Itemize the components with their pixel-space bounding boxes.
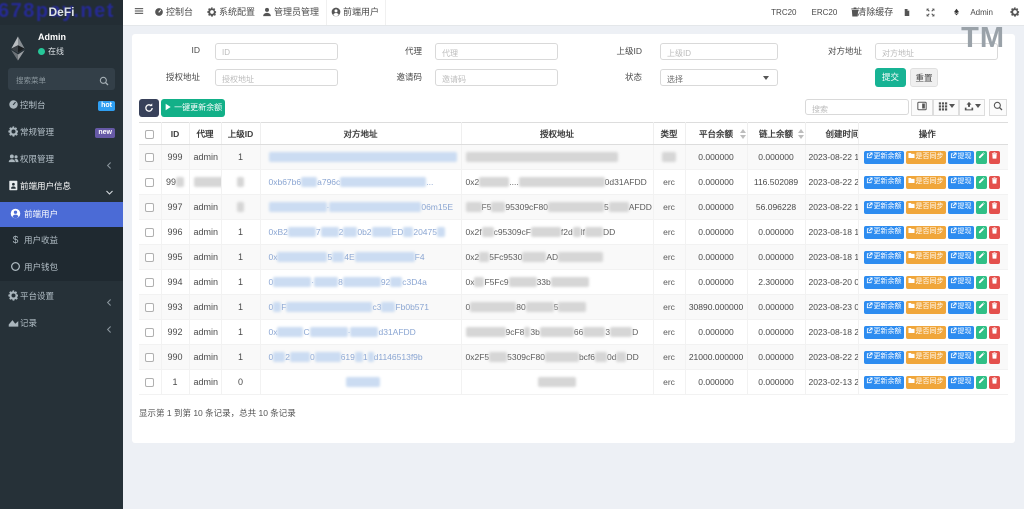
svg-text:$: $	[12, 235, 18, 245]
